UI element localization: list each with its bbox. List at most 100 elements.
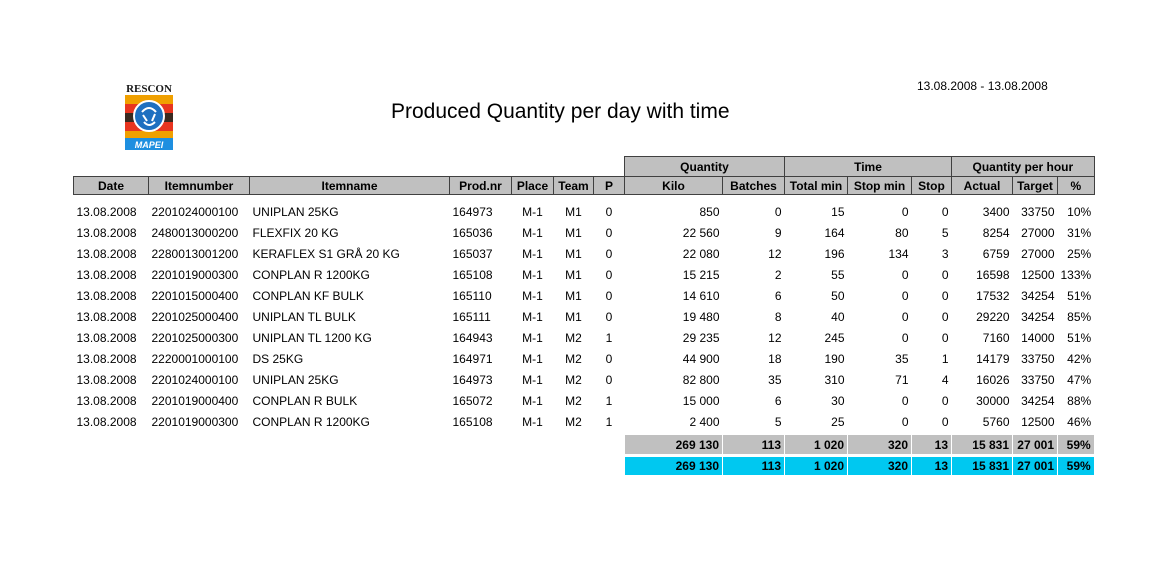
table-row: 13.08.2008 2201024000100 UNIPLAN 25KG 16497… <box>74 201 1095 222</box>
total-cell: 269 130 <box>624 435 723 454</box>
total-cell: 320 <box>847 457 912 475</box>
table-cell: CONPLAN R 1200KG <box>252 267 370 282</box>
table-cell: M1 <box>565 309 582 324</box>
col-place: Place <box>511 176 554 195</box>
table-cell: 6759 <box>982 246 1010 261</box>
table-cell: UNIPLAN TL BULK <box>252 309 356 324</box>
table-cell: 35 <box>895 351 909 366</box>
group-header-row: Quantity Time Quantity per hour <box>73 156 1095 177</box>
table-cell: 0 <box>605 372 613 387</box>
total-cell: 1 020 <box>784 435 848 454</box>
table-row: 13.08.2008 2201019000400 CONPLAN R BULK 165… <box>74 390 1095 411</box>
table-cell: UNIPLAN TL 1200 KG <box>252 330 372 345</box>
col-stop: Stop <box>911 176 952 195</box>
table-cell: M-1 <box>522 393 543 408</box>
table-cell: 17532 <box>976 288 1010 303</box>
table-cell: 0 <box>774 204 782 219</box>
table-cell: 2201024000100 <box>151 204 239 219</box>
table-cell: 0 <box>941 204 949 219</box>
table-cell: 0 <box>605 351 613 366</box>
table-cell: 2 400 <box>689 414 720 429</box>
table-cell: 13.08.2008 <box>76 309 137 324</box>
table-cell: 44 900 <box>682 351 720 366</box>
table-cell: 12 <box>768 246 782 261</box>
table-cell: M2 <box>565 330 582 345</box>
table-cell: 12500 <box>1021 414 1055 429</box>
table-cell: 34254 <box>1021 393 1055 408</box>
table-cell: CONPLAN KF BULK <box>252 288 364 303</box>
table-cell: 13.08.2008 <box>76 414 137 429</box>
table-cell: 0 <box>901 288 909 303</box>
table-cell: M2 <box>565 414 582 429</box>
table-cell: M-1 <box>522 372 543 387</box>
table-cell: 1 <box>941 351 949 366</box>
table-cell: 0 <box>605 225 613 240</box>
table-cell: 31% <box>1067 225 1092 240</box>
table-cell: 33750 <box>1021 351 1055 366</box>
grand-totals-row: 269 130 113 1 020 320 13 15 831 27 001 59% <box>74 457 1095 475</box>
group-quantity-per-hour: Quantity per hour <box>951 156 1095 177</box>
production-table: Quantity Time Quantity per hour Date Ite… <box>73 156 1095 475</box>
table-cell: M2 <box>565 372 582 387</box>
table-cell: 6 <box>774 288 782 303</box>
table-cell: 1 <box>605 393 613 408</box>
table-cell: 190 <box>824 351 845 366</box>
table-cell: KERAFLEX S1 GRÅ 20 KG <box>252 246 400 261</box>
total-cell: 27 001 <box>1012 457 1058 475</box>
table-cell: 2220001000100 <box>151 351 239 366</box>
report-title: Produced Quantity per day with time <box>391 100 730 123</box>
table-cell: 71 <box>895 372 909 387</box>
table-cell: 35 <box>768 372 782 387</box>
table-cell: 165036 <box>452 225 493 240</box>
table-cell: 22 080 <box>682 246 720 261</box>
table-cell: 14 610 <box>682 288 720 303</box>
table-cell: 1 <box>605 414 613 429</box>
table-cell: 19 480 <box>682 309 720 324</box>
table-cell: M2 <box>565 393 582 408</box>
table-cell: 33750 <box>1021 204 1055 219</box>
table-cell: 18 <box>768 351 782 366</box>
table-cell: M-1 <box>522 330 543 345</box>
table-cell: 0 <box>901 414 909 429</box>
table-cell: 27000 <box>1021 225 1055 240</box>
table-cell: 15 215 <box>682 267 720 282</box>
table-cell: 46% <box>1067 414 1092 429</box>
table-cell: 13.08.2008 <box>76 372 137 387</box>
table-cell: M-1 <box>522 351 543 366</box>
table-cell: 40 <box>831 309 845 324</box>
table-cell: 2201025000400 <box>151 309 239 324</box>
table-cell: M-1 <box>522 267 543 282</box>
table-row: 13.08.2008 2201019000300 CONPLAN R 1200KG 1… <box>74 411 1095 432</box>
table-cell: 2201019000400 <box>151 393 239 408</box>
table-cell: M-1 <box>522 309 543 324</box>
table-cell: 0 <box>605 267 613 282</box>
col-kilo: Kilo <box>624 176 723 195</box>
col-prodnr: Prod.nr <box>449 176 512 195</box>
table-cell: 164971 <box>452 351 493 366</box>
table-cell: 14179 <box>976 351 1010 366</box>
table-cell: 13.08.2008 <box>76 330 137 345</box>
table-cell: 25 <box>831 414 845 429</box>
total-cell: 59% <box>1057 457 1095 475</box>
table-cell: 85% <box>1067 309 1092 324</box>
col-target: Target <box>1012 176 1058 195</box>
table-cell: 88% <box>1067 393 1092 408</box>
table-row: 13.08.2008 2480013000200 FLEXFIX 20 KG 1650… <box>74 222 1095 243</box>
group-time: Time <box>784 156 952 177</box>
table-cell: 0 <box>901 204 909 219</box>
table-cell: M1 <box>565 288 582 303</box>
table-cell: 3 <box>941 246 949 261</box>
table-cell: 7160 <box>982 330 1010 345</box>
table-cell: 55 <box>831 267 845 282</box>
table-cell: 42% <box>1067 351 1092 366</box>
table-cell: UNIPLAN 25KG <box>252 372 339 387</box>
table-cell: M-1 <box>522 204 543 219</box>
table-cell: 13.08.2008 <box>76 204 137 219</box>
table-cell: 0 <box>605 204 613 219</box>
table-cell: 1 <box>605 330 613 345</box>
table-cell: 0 <box>605 246 613 261</box>
table-cell: 165037 <box>452 246 493 261</box>
table-cell: 196 <box>824 246 845 261</box>
table-row: 13.08.2008 2201024000100 UNIPLAN 25KG 16497… <box>74 369 1095 390</box>
total-cell: 15 831 <box>951 435 1013 454</box>
